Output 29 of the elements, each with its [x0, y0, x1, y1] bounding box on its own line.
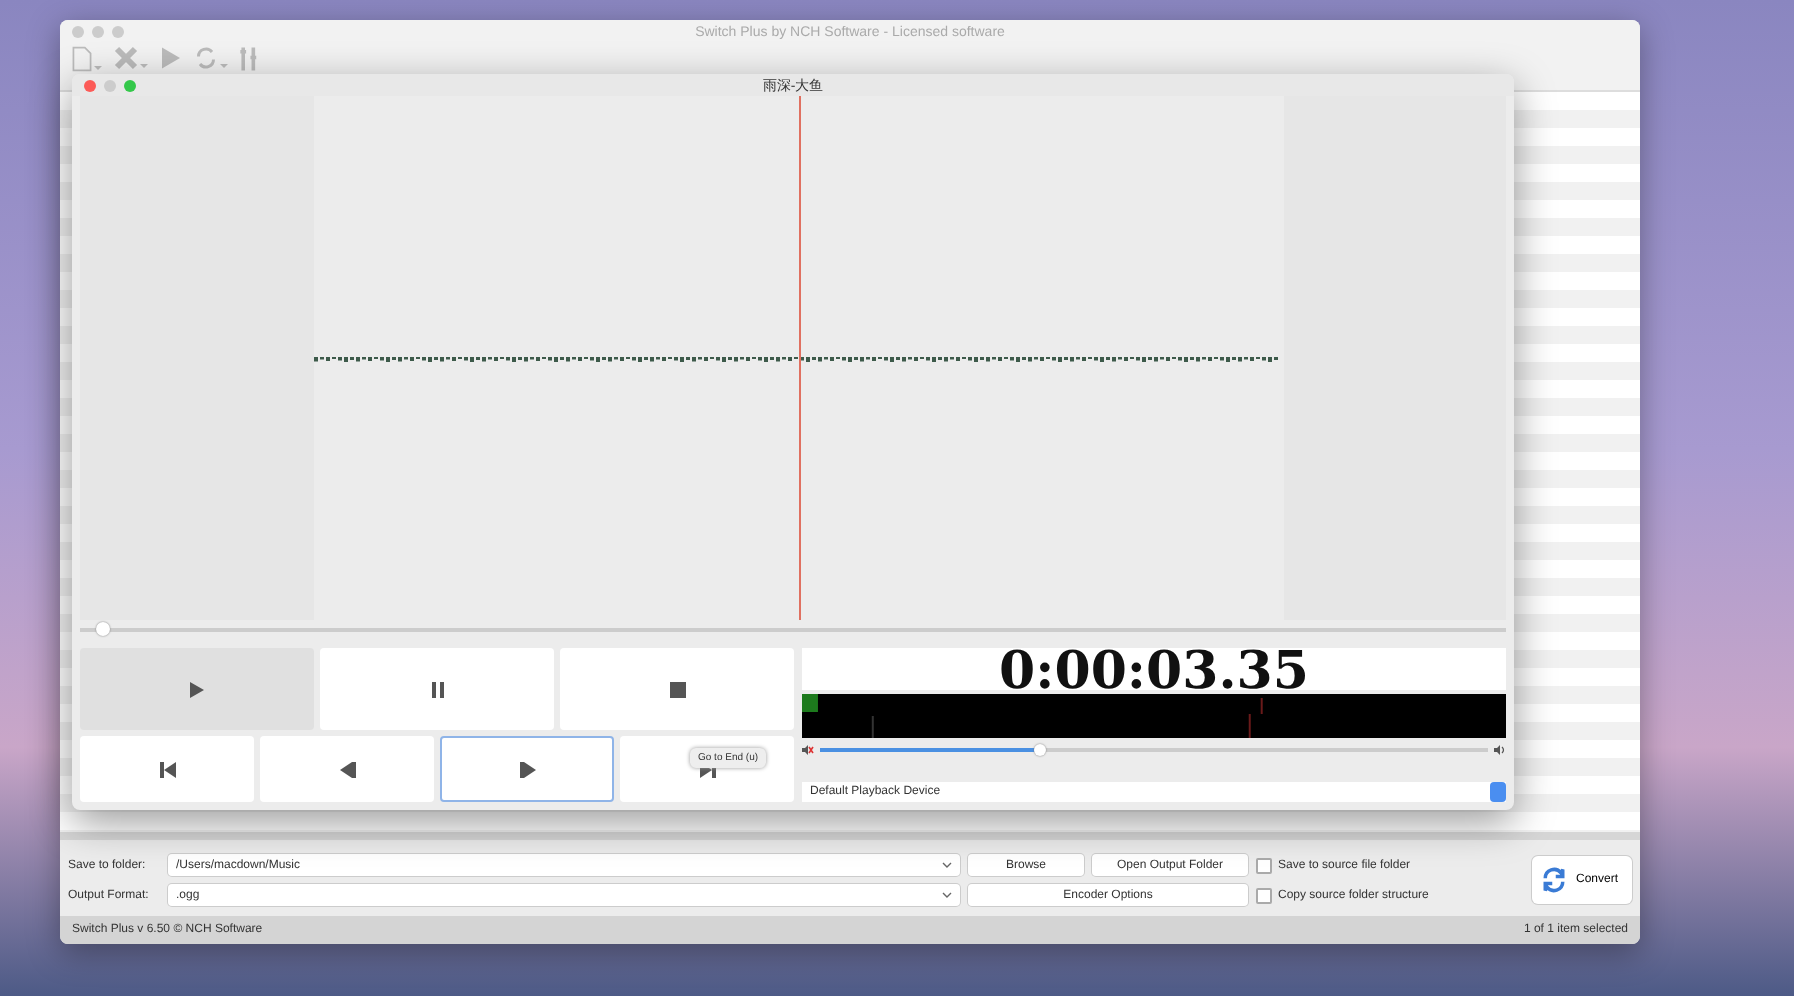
pause-button[interactable] — [320, 648, 554, 730]
caret-icon[interactable] — [220, 62, 228, 70]
step-forward-button[interactable] — [440, 736, 614, 802]
chevron-down-icon — [942, 862, 952, 868]
play-icon[interactable] — [160, 46, 182, 70]
checkbox[interactable] — [1256, 857, 1272, 873]
speaker-muted-icon — [802, 744, 814, 756]
refresh-icon[interactable] — [194, 46, 218, 70]
time-display: 0:00:03.35 — [802, 648, 1506, 690]
checkbox[interactable] — [1256, 887, 1272, 903]
stop-button[interactable] — [560, 648, 794, 730]
step-back-button[interactable] — [260, 736, 434, 802]
x-icon[interactable] — [114, 46, 138, 70]
go-start-button[interactable] — [80, 736, 254, 802]
play-button[interactable] — [80, 648, 314, 730]
slider-thumb[interactable] — [1034, 744, 1047, 756]
slider-thumb[interactable] — [95, 622, 110, 636]
step-back-icon — [339, 761, 355, 777]
document-icon[interactable] — [72, 46, 92, 72]
refresh-icon — [1540, 866, 1568, 894]
skip-back-icon — [159, 761, 175, 777]
speaker-icon — [1494, 744, 1506, 756]
step-forward-icon — [519, 761, 535, 777]
play-icon — [190, 681, 204, 697]
pause-icon — [431, 681, 443, 697]
chevron-down-icon — [942, 892, 952, 898]
caret-icon[interactable] — [140, 62, 148, 70]
tools-icon[interactable] — [240, 46, 258, 72]
stop-icon — [669, 681, 685, 697]
